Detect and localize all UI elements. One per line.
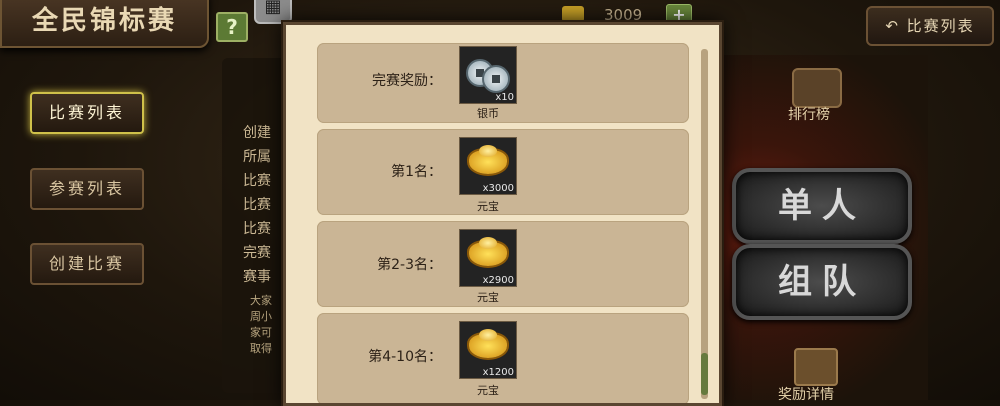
reward-rank-label: 第4-10名： bbox=[368, 349, 442, 365]
info-line: 比赛 bbox=[243, 221, 271, 237]
info-small-line: 家可 bbox=[250, 326, 272, 339]
sidebar-item-match-list[interactable]: 比赛列表 bbox=[30, 92, 144, 134]
reward-row: 完赛奖励： x10 银币 bbox=[317, 43, 689, 123]
single-mode-button[interactable]: 单人 bbox=[732, 168, 912, 244]
leaderboard-label[interactable]: 排行榜 bbox=[788, 104, 830, 124]
reward-row: 第4-10名： x1200 元宝 bbox=[317, 313, 689, 403]
gift-icon[interactable] bbox=[794, 348, 838, 386]
info-small-line: 周小 bbox=[250, 310, 272, 323]
scrollbar-track[interactable] bbox=[701, 49, 708, 399]
gold-icon bbox=[562, 6, 584, 22]
reward-rank-label: 第1名： bbox=[391, 164, 442, 180]
ingot-slot[interactable]: x1200 bbox=[459, 321, 517, 379]
item-name: 银币 bbox=[477, 107, 499, 120]
ingot-slot[interactable]: x3000 bbox=[459, 137, 517, 195]
item-name: 元宝 bbox=[477, 384, 499, 397]
info-line: 所属 bbox=[243, 149, 271, 165]
back-label: 比赛列表 bbox=[906, 17, 975, 35]
help-button[interactable]: ? bbox=[216, 12, 248, 42]
back-arrow-icon: ↶ bbox=[885, 17, 907, 35]
info-small-line: 大家 bbox=[250, 294, 272, 307]
back-to-list-button[interactable]: ↶ 比赛列表 bbox=[866, 6, 994, 46]
info-line: 赛事 bbox=[243, 269, 271, 285]
game-title: 全民锦标赛 bbox=[0, 0, 209, 48]
reward-rank-label: 完赛奖励： bbox=[372, 73, 442, 89]
scrollbar-thumb[interactable] bbox=[701, 353, 708, 395]
team-mode-button[interactable]: 组队 bbox=[732, 244, 912, 320]
info-small-line: 取得 bbox=[250, 342, 272, 355]
item-name: 元宝 bbox=[477, 200, 499, 213]
reward-list[interactable]: 完赛奖励： x10 银币 第1名： x3000 元宝 第2-3名： x2900 … bbox=[286, 25, 719, 403]
sidebar-item-entry-list[interactable]: 参赛列表 bbox=[30, 168, 144, 210]
silver-coin-icon bbox=[482, 65, 510, 93]
reward-rank-label: 第2-3名： bbox=[377, 257, 442, 273]
item-quantity: x1200 bbox=[482, 367, 514, 378]
reward-dialog: 完赛奖励： x10 银币 第1名： x3000 元宝 第2-3名： x2900 … bbox=[283, 22, 722, 406]
reward-details-label[interactable]: 奖励详情 bbox=[778, 384, 834, 404]
ornament-icon: ▦ bbox=[254, 0, 292, 24]
item-quantity: x3000 bbox=[482, 183, 514, 194]
reward-row: 第2-3名： x2900 元宝 bbox=[317, 221, 689, 307]
info-line: 完赛 bbox=[243, 245, 271, 261]
scroll-icon[interactable] bbox=[792, 68, 842, 108]
info-line: 比赛 bbox=[243, 197, 271, 213]
sidebar-item-create-match[interactable]: 创建比赛 bbox=[30, 243, 144, 285]
silver-coin-slot[interactable]: x10 bbox=[459, 46, 517, 104]
item-name: 元宝 bbox=[477, 291, 499, 304]
info-line: 比赛 bbox=[243, 173, 271, 189]
item-quantity: x10 bbox=[495, 92, 514, 103]
info-line: 创建 bbox=[243, 125, 271, 141]
ingot-slot[interactable]: x2900 bbox=[459, 229, 517, 287]
item-quantity: x2900 bbox=[482, 275, 514, 286]
reward-row: 第1名： x3000 元宝 bbox=[317, 129, 689, 215]
